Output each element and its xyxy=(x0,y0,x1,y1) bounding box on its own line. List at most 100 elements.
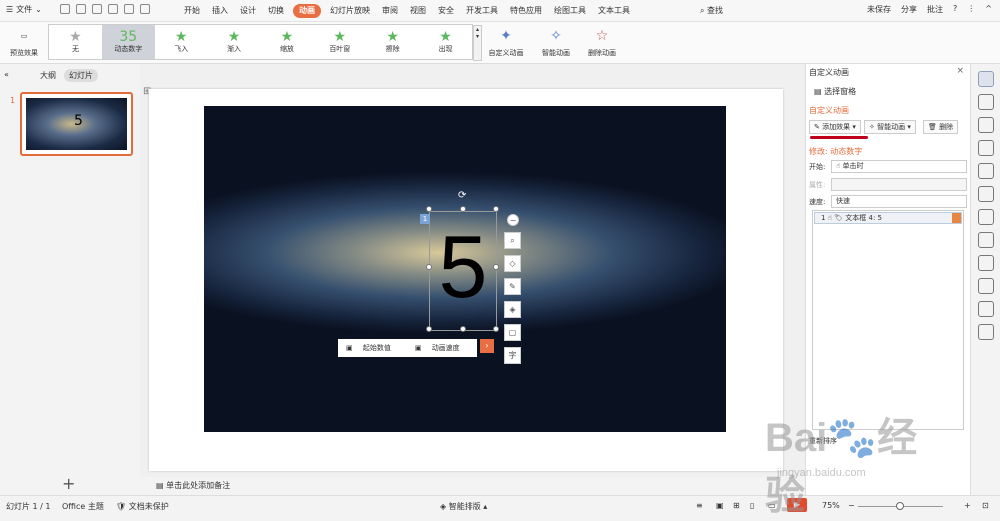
resize-handle[interactable] xyxy=(460,326,466,332)
fit-window-icon[interactable]: ⊡ xyxy=(982,501,989,510)
gallery-item-dynamic-number[interactable]: 35 动态数字 xyxy=(101,25,155,59)
tab-review[interactable]: 审阅 xyxy=(376,0,404,22)
copy-icon[interactable] xyxy=(977,94,994,110)
delete-animation-button[interactable]: ☆ 删除动画 xyxy=(582,24,622,62)
resize-handle[interactable] xyxy=(493,326,499,332)
custom-animation-button[interactable]: ✦ 自定义动画 xyxy=(483,24,529,62)
export-icon[interactable] xyxy=(977,209,994,225)
start-select[interactable]: ☝ 单击时 xyxy=(831,160,967,173)
tab-features[interactable]: 特色应用 xyxy=(504,0,548,22)
tab-home[interactable]: 开始 xyxy=(178,0,206,22)
zoom-in-icon[interactable]: + xyxy=(964,501,971,510)
zoom-level[interactable]: 75% xyxy=(822,501,840,510)
transform-icon[interactable] xyxy=(977,163,994,179)
slide-thumbnail[interactable]: 5 xyxy=(20,92,133,156)
tab-view[interactable]: 视图 xyxy=(404,0,432,22)
print-preview-icon[interactable] xyxy=(108,4,118,14)
comment-button[interactable]: 批注 xyxy=(927,4,943,15)
tab-developer[interactable]: 开发工具 xyxy=(460,0,504,22)
smart-animation-pane-button[interactable]: ✧ 智能动画 ▾ xyxy=(864,120,916,134)
notes-area[interactable]: ▤ 单击此处添加备注 xyxy=(140,477,805,495)
search-replace-icon[interactable]: ⌕ xyxy=(504,232,521,249)
gallery-item-zoom[interactable]: ★ 缩放 xyxy=(261,25,314,59)
tab-security[interactable]: 安全 xyxy=(432,0,460,22)
resize-handle[interactable] xyxy=(426,264,432,270)
protection-status[interactable]: 🛡 文档未保护 xyxy=(116,501,169,512)
reading-view-icon[interactable]: ▯ xyxy=(750,501,754,510)
speed-select[interactable]: 快速 xyxy=(831,195,967,208)
zoom-slider-knob[interactable] xyxy=(896,502,904,510)
normal-view-icon[interactable]: ▣ xyxy=(716,501,724,510)
delete-animation-label: 删除动画 xyxy=(588,49,616,57)
tab-design[interactable]: 设计 xyxy=(234,0,262,22)
share-button[interactable]: 分享 xyxy=(901,4,917,15)
history-icon[interactable] xyxy=(977,324,994,340)
close-icon[interactable]: × xyxy=(956,66,964,76)
sorter-view-icon[interactable]: ⊞ xyxy=(733,501,740,510)
save-icon[interactable] xyxy=(60,4,70,14)
animation-pane-icon[interactable] xyxy=(977,71,994,87)
resize-handle[interactable] xyxy=(460,206,466,212)
collapse-panel-icon[interactable]: « xyxy=(4,70,9,79)
slide-canvas[interactable]: 5 1 ⟳ − ⌕ ◇ ✎ ◈ ▢ 字 ▣ 起始数值 ▣ 动画速度 › xyxy=(149,89,783,471)
animation-speed-button[interactable]: ▣ 动画速度 xyxy=(407,343,476,353)
resize-handle[interactable] xyxy=(426,326,432,332)
dynamic-number-textbox[interactable]: 5 xyxy=(429,211,497,331)
pen-icon[interactable]: ✎ xyxy=(504,278,521,295)
collapse-icon[interactable]: ^ xyxy=(985,4,992,15)
help-icon[interactable]: ? xyxy=(953,4,957,15)
style-icon[interactable] xyxy=(977,140,994,156)
resize-handle[interactable] xyxy=(493,206,499,212)
add-effect-button[interactable]: ✎ 添加效果 ▾ xyxy=(809,120,861,134)
start-value-button[interactable]: ▣ 起始数值 xyxy=(338,343,407,353)
shape-icon[interactable] xyxy=(977,117,994,133)
undo-icon[interactable] xyxy=(124,4,134,14)
font-icon[interactable]: 字 xyxy=(504,347,521,364)
smart-layout-button[interactable]: ◈ 智能排版 ▴ xyxy=(440,501,487,512)
gallery-item-fly-in[interactable]: ★ 飞入 xyxy=(155,25,208,59)
gallery-item-blinds[interactable]: ★ 百叶窗 xyxy=(313,25,366,59)
open-icon[interactable] xyxy=(76,4,86,14)
resize-handle[interactable] xyxy=(426,206,432,212)
tab-slides[interactable]: 幻灯片 xyxy=(64,69,98,82)
search-button[interactable]: ⌕ 查找 xyxy=(700,5,723,16)
gallery-item-wipe[interactable]: ★ 擦除 xyxy=(366,25,419,59)
document-icon[interactable] xyxy=(977,232,994,248)
tab-transitions[interactable]: 切换 xyxy=(262,0,290,22)
rotate-handle-icon[interactable]: ⟳ xyxy=(458,190,466,201)
selection-pane-link[interactable]: ▤ 选择窗格 xyxy=(814,86,856,97)
delete-button[interactable]: 🗑 删除 xyxy=(923,120,959,134)
dropdown-icon[interactable] xyxy=(952,213,961,223)
tab-animation[interactable]: 动画 xyxy=(293,4,321,18)
tab-slideshow[interactable]: 幻灯片放映 xyxy=(324,0,376,22)
tab-insert[interactable]: 插入 xyxy=(206,0,234,22)
fill-icon[interactable]: ◈ xyxy=(504,301,521,318)
image-icon[interactable] xyxy=(977,278,994,294)
more-icon[interactable]: ⋮ xyxy=(967,4,975,15)
border-icon[interactable]: ▢ xyxy=(504,324,521,341)
settings-icon[interactable] xyxy=(977,186,994,202)
notes-toggle-icon[interactable]: ≡ xyxy=(696,501,703,510)
gallery-item-fade-in[interactable]: ★ 渐入 xyxy=(208,25,261,59)
gallery-item-appear[interactable]: ★ 出现 xyxy=(419,25,472,59)
animation-list-item[interactable]: 1 ☝ 🏷 文本框 4: 5 xyxy=(814,212,962,224)
preview-effect-button[interactable]: ▭ 预览效果 xyxy=(4,24,44,62)
resize-handle[interactable] xyxy=(493,264,499,270)
crop-icon[interactable] xyxy=(977,255,994,271)
unsaved-button[interactable]: 未保存 xyxy=(867,4,891,15)
tab-text-tools[interactable]: 文本工具 xyxy=(592,0,636,22)
tab-outline[interactable]: 大纲 xyxy=(40,70,56,81)
tab-drawing-tools[interactable]: 绘图工具 xyxy=(548,0,592,22)
gallery-item-none[interactable]: ★ 无 xyxy=(49,25,102,59)
gallery-scroll[interactable]: ▴ ▾ xyxy=(473,25,482,61)
expand-arrow-icon[interactable]: › xyxy=(480,339,494,353)
file-menu[interactable]: ☰ 文件 ⌄ xyxy=(6,4,42,15)
zoom-out-icon[interactable]: − xyxy=(848,501,855,510)
smart-animation-button[interactable]: ✧ 智能动画 xyxy=(535,24,577,62)
redo-icon[interactable] xyxy=(140,4,150,14)
layers-icon[interactable]: ◇ xyxy=(504,255,521,272)
minus-icon[interactable]: − xyxy=(507,214,519,226)
add-slide-button[interactable]: + xyxy=(62,474,75,493)
audio-icon[interactable] xyxy=(977,301,994,317)
print-icon[interactable] xyxy=(92,4,102,14)
